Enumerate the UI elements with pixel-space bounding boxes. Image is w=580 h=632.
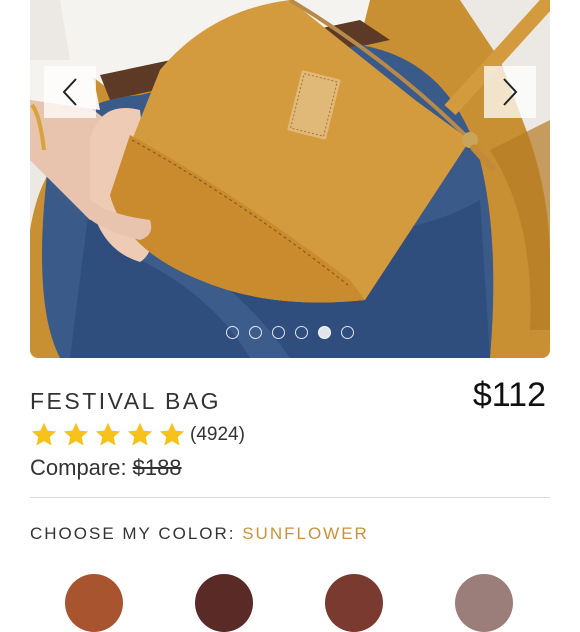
color-picker-label: CHOOSE MY COLOR: [30,524,243,543]
color-swatch[interactable] [195,574,253,632]
carousel-dot-active[interactable] [318,326,331,339]
color-picker-heading: CHOOSE MY COLOR: SUNFLOWER [30,524,369,544]
compare-price: Compare: $188 [30,455,182,481]
star-rating [30,421,186,449]
star-icon [159,422,185,446]
selected-color-name: SUNFLOWER [242,524,369,543]
product-title: FESTIVAL BAG [30,388,222,414]
compare-label: Compare: [30,455,127,480]
star-icon [127,422,153,446]
star-icon [63,422,89,446]
review-count[interactable]: (4924) [190,424,245,446]
star-icon [95,422,121,446]
carousel-dot[interactable] [295,326,308,339]
carousel-dot[interactable] [341,326,354,339]
original-price: $188 [132,455,182,480]
product-image-gallery[interactable] [30,0,550,358]
carousel-dot[interactable] [272,326,285,339]
chevron-right-icon [503,78,518,106]
chevron-left-icon [62,78,77,106]
color-swatch[interactable] [65,574,123,632]
product-photo [30,0,550,358]
divider [30,497,550,498]
carousel-dots [30,326,550,339]
star-icon [31,422,57,446]
product-price: $112 [472,376,546,414]
carousel-dot[interactable] [249,326,262,339]
previous-image-button[interactable] [44,66,96,118]
next-image-button[interactable] [484,66,536,118]
color-swatch[interactable] [455,574,513,632]
product-rating[interactable]: (4924) [30,421,245,449]
carousel-dot[interactable] [226,326,239,339]
color-swatch[interactable] [325,574,383,632]
